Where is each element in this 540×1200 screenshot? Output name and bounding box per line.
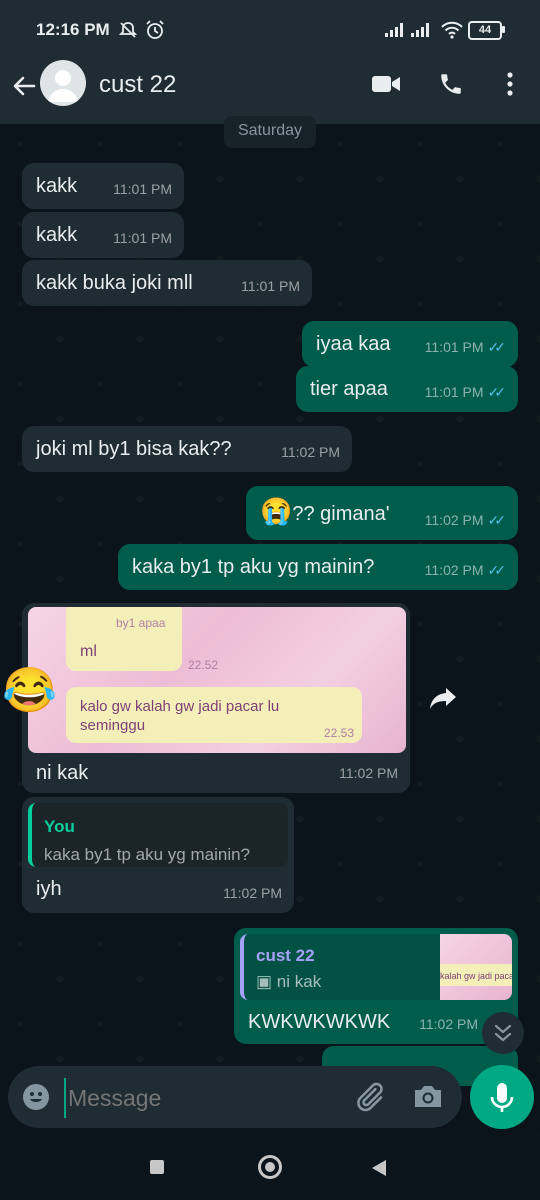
read-ticks-icon: ✓✓ [487, 339, 507, 355]
quoted-message[interactable]: You kaka by1 tp aku yg mainin? [28, 803, 288, 867]
message-outgoing-reply[interactable]: cust 22 ▣ ni kak kalah gw jadi pacar KWK… [234, 928, 518, 1044]
quoted-author: cust 22 [256, 946, 315, 965]
message-time: 11:02 PM [223, 885, 282, 901]
quoted-thumbnail-text: kalah gw jadi pacar [440, 964, 512, 986]
message-time: 11:01 PM [113, 230, 172, 246]
signal-icon-2 [411, 23, 429, 37]
message-time: 11:01 PM [424, 384, 484, 400]
quoted-text: ni kak [276, 972, 322, 991]
quoted-thumbnail: kalah gw jadi pacar [440, 934, 512, 1000]
message-text: kakk buka joki mll [36, 272, 193, 294]
contact-name[interactable]: cust 22 [99, 71, 176, 99]
read-ticks-icon: ✓✓ [487, 562, 507, 578]
battery-icon: 44 [468, 21, 502, 40]
camera-icon[interactable] [412, 1082, 444, 1110]
read-ticks-icon: ✓✓ [487, 384, 507, 400]
message-incoming[interactable]: kakk 11:01 PM [22, 163, 184, 209]
date-chip-label: Saturday [237, 122, 303, 139]
back-arrow-icon[interactable] [10, 72, 38, 100]
composer-bar [8, 1066, 462, 1128]
video-call-icon[interactable] [371, 72, 401, 96]
message-text: tier apaa [310, 378, 388, 400]
message-text: iyaa kaa [316, 333, 391, 355]
message-incoming-image[interactable]: by1 apaa ml 22.52 kalo gw kalah gw jadi … [22, 603, 410, 793]
message-time: 11:02 PM [424, 562, 484, 578]
message-outgoing[interactable]: kaka by1 tp aku yg mainin? 11:02 PM ✓✓ [118, 544, 518, 590]
chat-header: cust 22 [0, 60, 540, 124]
message-incoming[interactable]: kakk buka joki mll 11:01 PM [22, 260, 312, 306]
home-button[interactable] [258, 1155, 282, 1179]
image-bubble-2-time: 22.52 [187, 658, 218, 672]
message-input[interactable] [64, 1078, 340, 1118]
image-bubble-3-time: 22.53 [323, 726, 354, 740]
message-text: ni kak [36, 762, 89, 784]
recents-button[interactable] [150, 1160, 164, 1174]
alarm-icon [146, 20, 164, 39]
crying-emoji: 😭 [260, 496, 293, 526]
system-nav-bar [0, 1136, 540, 1200]
image-bubble-1: by1 apaa ml 22.52 [66, 607, 218, 672]
notifications-muted-icon [118, 22, 138, 38]
message-time: 11:01 PM [424, 339, 484, 355]
voice-message-button[interactable] [470, 1065, 534, 1129]
message-time: 11:02 PM [424, 512, 484, 528]
message-text: joki ml by1 bisa kak?? [36, 438, 232, 460]
status-bar: 12:16 PM 44 [0, 0, 540, 60]
more-options-icon[interactable] [500, 70, 520, 98]
status-time: 12:16 PM [36, 20, 110, 39]
message-outgoing[interactable]: 😭?? gimana' 11:02 PM ✓✓ [246, 486, 518, 540]
voice-call-icon[interactable] [438, 70, 464, 98]
read-ticks-icon: ✓✓ [487, 512, 507, 528]
message-outgoing[interactable]: tier apaa 11:01 PM ✓✓ [296, 366, 518, 412]
message-time: 11:02 PM [281, 444, 340, 460]
quoted-message[interactable]: cust 22 ▣ ni kak kalah gw jadi pacar [240, 934, 512, 1000]
laughing-reaction-emoji[interactable]: 😂 [2, 666, 57, 716]
emoji-icon[interactable] [22, 1083, 50, 1111]
message-time: 11:01 PM [241, 278, 300, 294]
message-time: 11:02 PM [419, 1016, 478, 1032]
forward-icon[interactable] [428, 684, 458, 712]
message-time: 11:01 PM [113, 181, 172, 197]
message-outgoing[interactable]: iyaa kaa 11:01 PM ✓✓ [302, 321, 518, 367]
message-incoming-reply[interactable]: You kaka by1 tp aku yg mainin? iyh 11:02… [22, 797, 294, 913]
quoted-text: kaka by1 tp aku yg mainin? [44, 845, 251, 864]
date-chip: Saturday [224, 116, 316, 148]
battery-level: 44 [478, 24, 492, 36]
scroll-to-bottom-button[interactable] [482, 1012, 524, 1054]
message-text: kakk [36, 175, 78, 197]
message-text: iyh [36, 878, 62, 900]
image-bubble-2-text: ml [80, 643, 97, 660]
avatar[interactable] [40, 60, 86, 106]
image-icon: ▣ [256, 972, 273, 991]
message-incoming[interactable]: kakk 11:01 PM [22, 212, 184, 258]
wifi-icon [441, 21, 463, 39]
quoted-author: You [44, 817, 75, 836]
message-time: 11:02 PM [339, 765, 398, 781]
screenshot-image[interactable]: by1 apaa ml 22.52 kalo gw kalah gw jadi … [28, 607, 406, 753]
image-bubble-3-text: kalo gw kalah gw jadi pacar lu seminggu [80, 698, 280, 734]
microphone-icon [490, 1083, 514, 1112]
message-text: ?? gimana' [292, 503, 390, 525]
attach-icon[interactable] [352, 1080, 386, 1114]
image-bubble-3: kalo gw kalah gw jadi pacar lu seminggu … [66, 687, 362, 743]
message-text: kakk [36, 224, 78, 246]
message-text: kaka by1 tp aku yg mainin? [132, 556, 375, 578]
double-chevron-down-icon [494, 1024, 512, 1042]
image-bubble-1-text: by1 apaa [116, 616, 166, 630]
signal-icon [385, 23, 403, 37]
message-incoming[interactable]: joki ml by1 bisa kak?? 11:02 PM [22, 426, 352, 472]
back-button[interactable] [370, 1158, 388, 1178]
message-text: KWKWKWKWK [248, 1011, 391, 1033]
default-avatar-icon [48, 70, 78, 102]
battery-tip [502, 26, 505, 33]
